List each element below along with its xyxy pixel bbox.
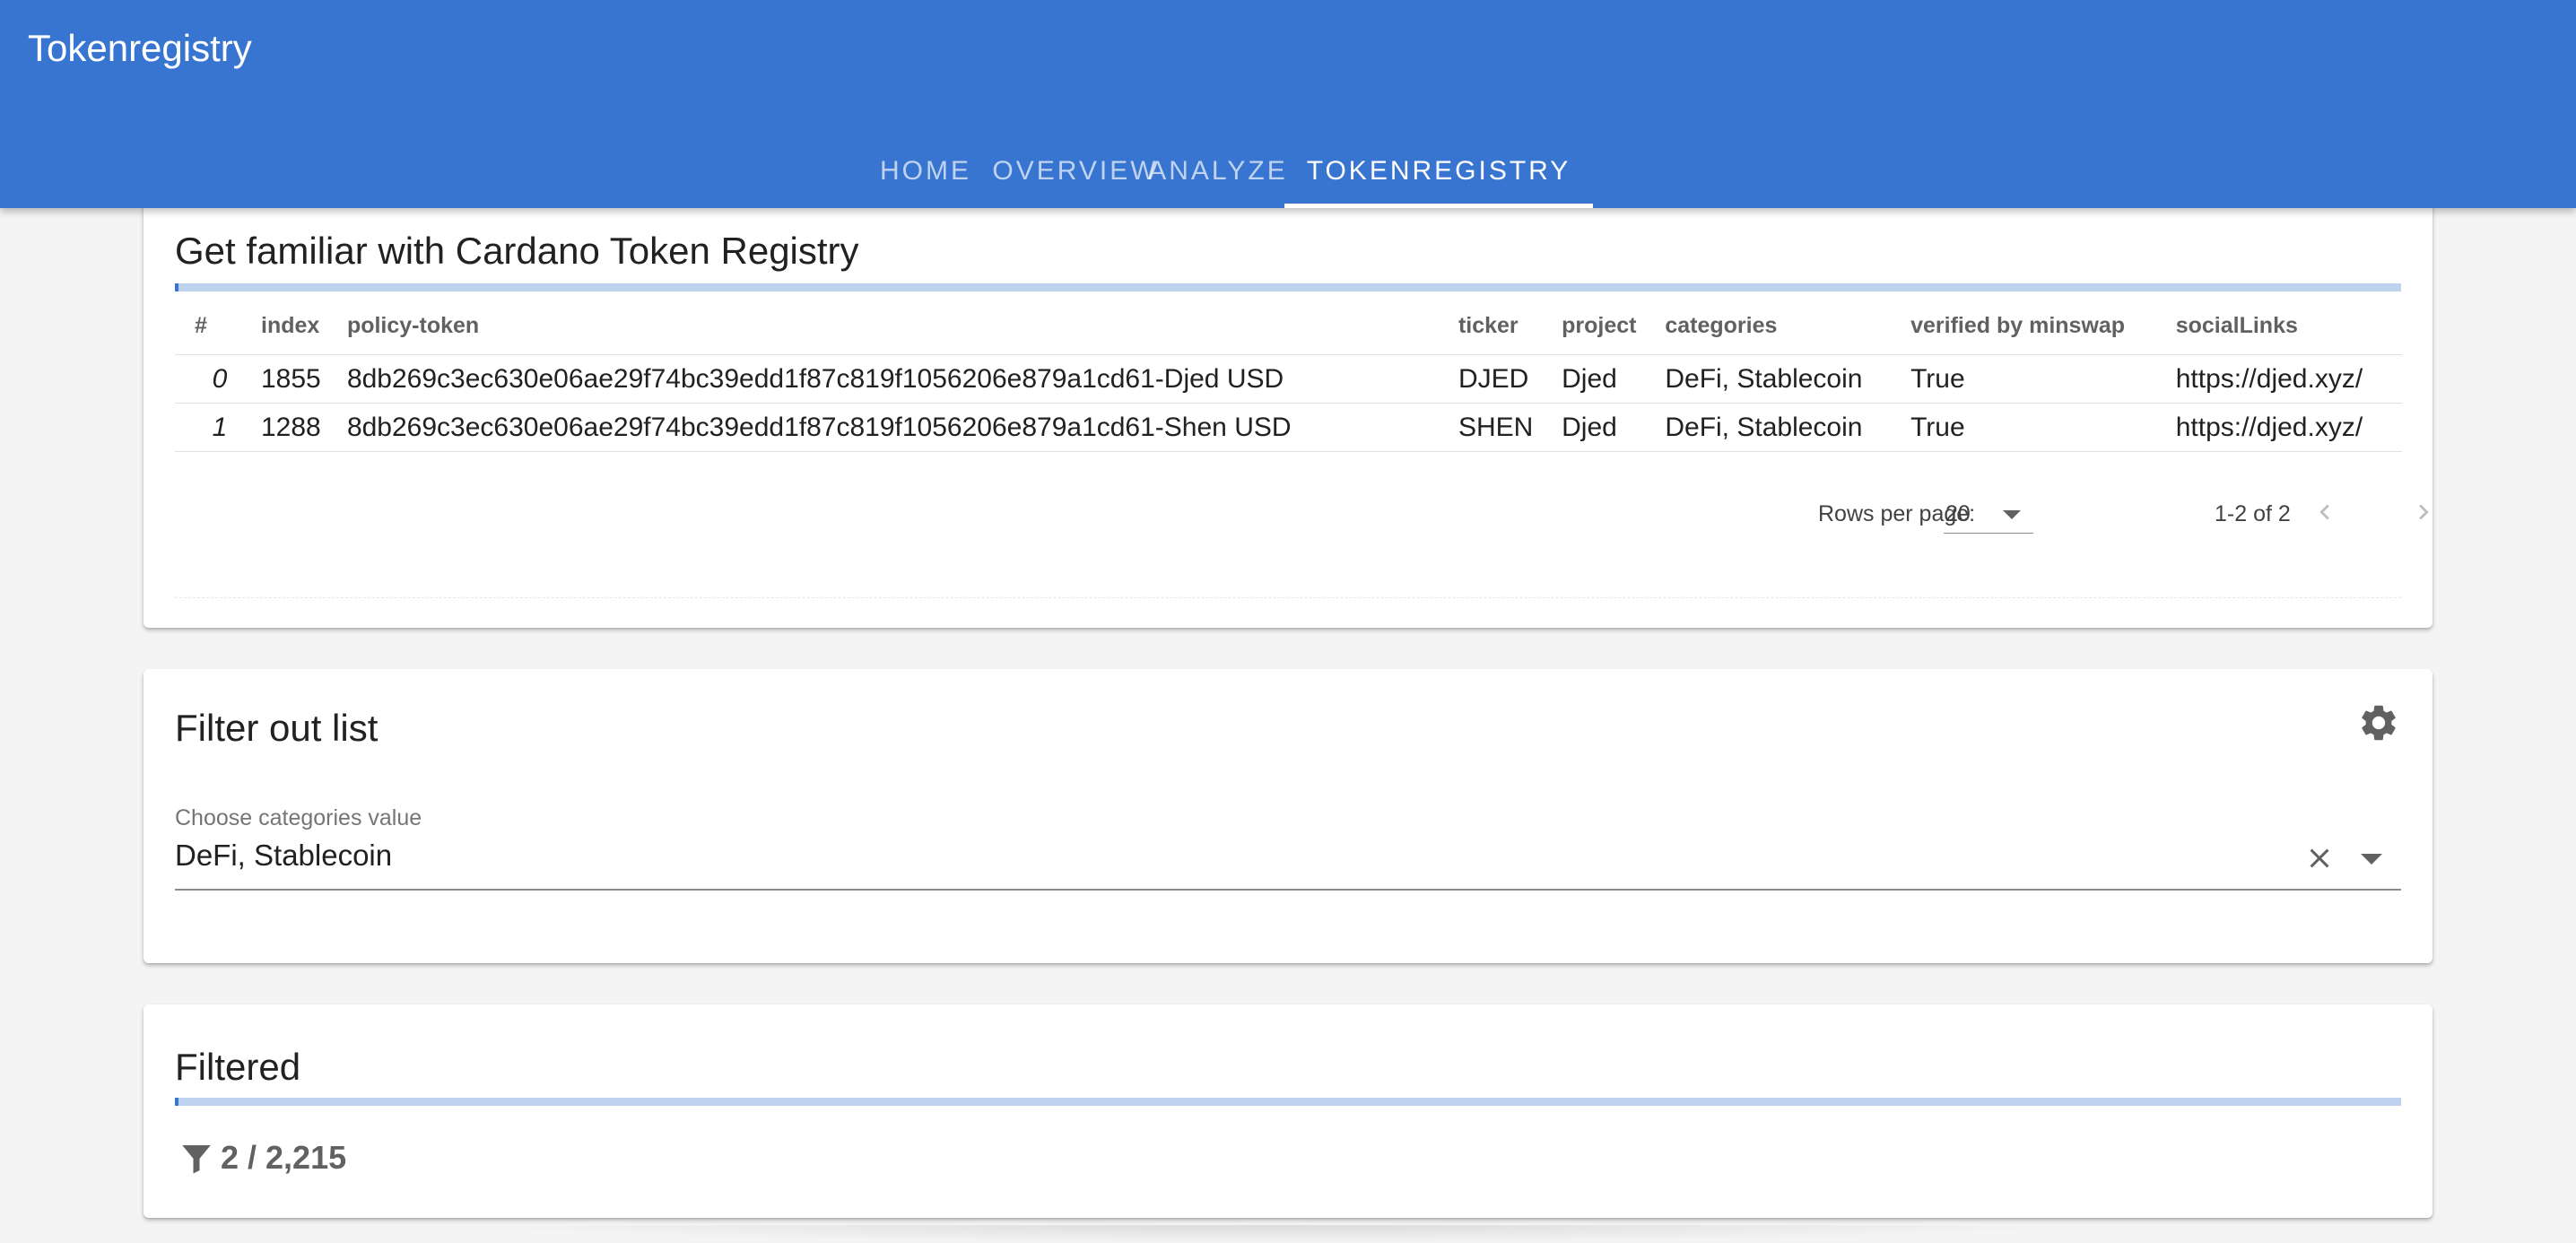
registry-card: Get familiar with Cardano Token Registry…	[144, 185, 2432, 628]
tab-overview[interactable]: OVERVIEW	[992, 135, 1155, 208]
row-number-cell: 0	[175, 354, 254, 404]
filtered-progress-bar	[175, 1098, 2401, 1106]
nav-tabs: HOME OVERVIEW ANALYZE TOKENREGISTRY	[852, 135, 1593, 208]
chevron-left-icon[interactable]	[2310, 497, 2340, 527]
column-header-policy-token[interactable]: policy-token	[340, 297, 1451, 355]
categories-field-underline	[175, 889, 2401, 891]
table-header-row: # index policy-token ticker project cate…	[175, 297, 2402, 355]
caret-down-icon[interactable]	[2361, 854, 2382, 865]
ticker-cell: DJED	[1450, 354, 1555, 404]
filter-card-title: Filter out list	[175, 707, 379, 749]
categories-field-label: Choose categories value	[175, 805, 422, 830]
categories-select[interactable]: DeFi, Stablecoin	[175, 839, 392, 873]
filter-icon	[182, 1145, 211, 1174]
app-title: Tokenregistry	[28, 27, 252, 69]
index-cell: 1288	[254, 403, 340, 452]
filter-card: Filter out list Choose categories value …	[144, 669, 2432, 963]
categories-cell: DeFi, Stablecoin	[1658, 354, 1904, 404]
gear-icon[interactable]	[2357, 701, 2400, 744]
tab-analyze[interactable]: ANALYZE	[1148, 135, 1285, 208]
categories-cell: DeFi, Stablecoin	[1658, 403, 1904, 452]
ticker-cell: SHEN	[1450, 403, 1555, 452]
rows-per-page-value: 20	[1945, 501, 1971, 526]
policy-token-cell: 8db269c3ec630e06ae29f74bc39edd1f87c819f1…	[339, 403, 1451, 452]
pagination-range: 1-2 of 2	[2215, 501, 2291, 526]
project-cell: Djed	[1554, 354, 1658, 404]
filtered-card: Filtered 2 / 2,215	[144, 1004, 2432, 1218]
tab-home[interactable]: HOME	[852, 135, 999, 208]
column-header-verified[interactable]: verified by minswap	[1903, 297, 2169, 355]
table-row[interactable]: 1 1288 8db269c3ec630e06ae29f74bc39edd1f8…	[175, 403, 2402, 452]
index-cell: 1855	[254, 354, 340, 404]
filtered-card-title: Filtered	[175, 1046, 301, 1088]
column-header-categories[interactable]: categories	[1658, 297, 1903, 355]
caret-down-icon	[2003, 510, 2021, 519]
filter-count: 2 / 2,215	[178, 1137, 346, 1178]
policy-token-cell: 8db269c3ec630e06ae29f74bc39edd1f87c819f1…	[339, 354, 1451, 404]
social-links-cell: https://djed.xyz/	[2168, 403, 2402, 452]
social-links-cell: https://djed.xyz/	[2168, 354, 2402, 404]
verified-cell: True	[1903, 354, 2169, 404]
column-header-row-number[interactable]: #	[175, 297, 254, 355]
table-bottom-divider	[175, 595, 2401, 598]
close-icon[interactable]	[2303, 842, 2336, 874]
registry-card-title: Get familiar with Cardano Token Registry	[175, 230, 859, 272]
chevron-right-icon[interactable]	[2408, 497, 2439, 527]
column-header-social-links[interactable]: socialLinks	[2169, 297, 2402, 355]
table-row[interactable]: 0 1855 8db269c3ec630e06ae29f74bc39edd1f8…	[175, 354, 2402, 404]
verified-cell: True	[1903, 403, 2169, 452]
table-pagination: Rows per page: 20 1-2 of 2	[175, 481, 2429, 543]
registry-progress-bar	[175, 283, 2401, 291]
column-header-index[interactable]: index	[254, 297, 340, 355]
row-number-cell: 1	[175, 403, 254, 452]
filter-count-value: 2 / 2,215	[221, 1139, 347, 1176]
bottom-shadow	[466, 1225, 2081, 1243]
column-header-ticker[interactable]: ticker	[1451, 297, 1554, 355]
app-bar: Tokenregistry HOME OVERVIEW ANALYZE TOKE…	[0, 0, 2576, 208]
registry-table: # index policy-token ticker project cate…	[175, 297, 2402, 452]
project-cell: Djed	[1554, 403, 1658, 452]
tab-tokenregistry[interactable]: TOKENREGISTRY	[1284, 135, 1593, 208]
column-header-project[interactable]: project	[1554, 297, 1658, 355]
rows-per-page-select[interactable]: 20	[1944, 488, 2033, 534]
